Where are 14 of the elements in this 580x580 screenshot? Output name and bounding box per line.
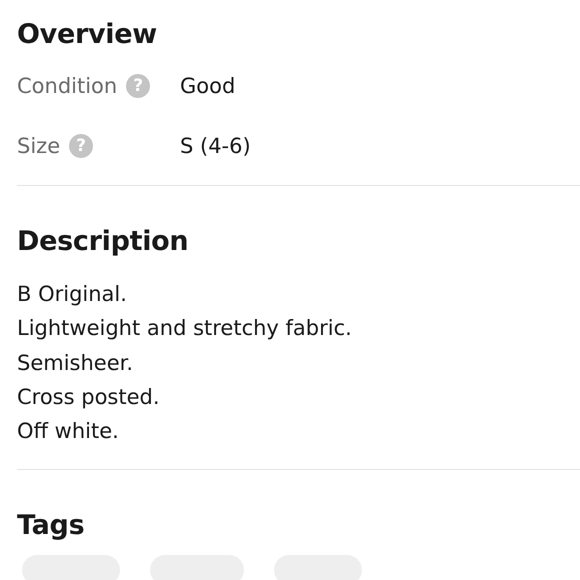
section-title: Overview bbox=[17, 18, 158, 50]
field-value: Good bbox=[180, 74, 236, 98]
section-title: Tags bbox=[17, 510, 86, 542]
field-label: Size bbox=[17, 134, 60, 158]
help-icon[interactable]: ? bbox=[69, 134, 94, 158]
description-line: B Original. bbox=[17, 281, 128, 308]
field-value: S (4-6) bbox=[180, 134, 251, 158]
description-line: Lightweight and stretchy fabric. bbox=[17, 315, 353, 342]
field-label: Condition bbox=[17, 74, 118, 98]
description-line: Off white. bbox=[17, 418, 120, 446]
description-line: Cross posted. bbox=[17, 384, 161, 411]
section-title: Description bbox=[17, 226, 190, 257]
description-line: Semisheer. bbox=[17, 350, 134, 377]
help-icon[interactable]: ? bbox=[126, 74, 150, 98]
